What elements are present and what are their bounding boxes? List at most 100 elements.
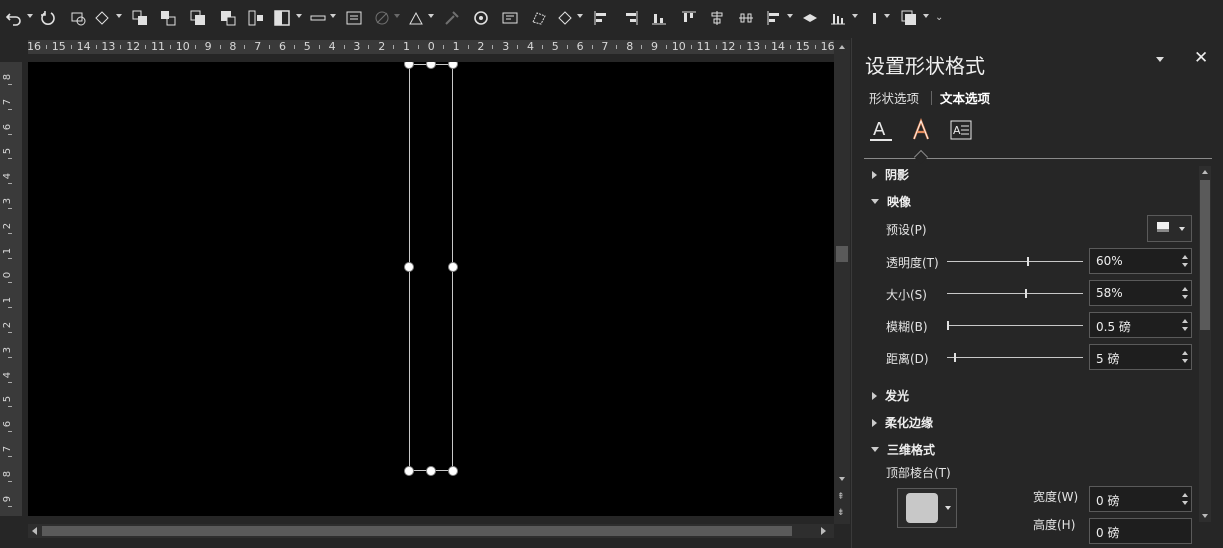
- spin-up-icon[interactable]: [1182, 351, 1188, 355]
- horizontal-scrollbar[interactable]: [28, 524, 834, 538]
- bring-forward-icon[interactable]: [130, 8, 150, 28]
- undo-icon[interactable]: [4, 8, 24, 28]
- format-painter-icon[interactable]: [442, 8, 462, 28]
- align-icon[interactable]: [764, 8, 784, 28]
- scroll-up-icon[interactable]: [839, 45, 845, 49]
- chart-dropdown-icon[interactable]: [852, 14, 858, 18]
- selected-shape[interactable]: [409, 64, 453, 471]
- rotate-icon[interactable]: [800, 8, 820, 28]
- scroll-down-icon[interactable]: [839, 477, 845, 481]
- edit-points-icon[interactable]: [529, 8, 549, 28]
- slide-canvas[interactable]: [28, 62, 834, 516]
- textbox-layout-icon[interactable]: A: [950, 119, 972, 141]
- previous-page-icon[interactable]: ⇞: [837, 492, 845, 502]
- spin-down-icon[interactable]: [1182, 295, 1188, 299]
- distance-spinner[interactable]: 5 磅: [1089, 344, 1192, 370]
- panel-scrollbar[interactable]: [1199, 166, 1211, 522]
- horizontal-ruler[interactable]: 16 15 14 13 12 11 10 9 8 7 6 5 4 3 2 1 0 1 2 3 4 5 6 7 8 9 10 11 12 1…: [28, 40, 834, 54]
- spin-down-icon[interactable]: [1182, 327, 1188, 331]
- change-shape-icon[interactable]: [555, 8, 575, 28]
- transparency-slider[interactable]: [947, 257, 1083, 266]
- blur-spinner[interactable]: 0.5 磅: [1089, 312, 1192, 338]
- size-spinner[interactable]: 58%: [1089, 280, 1192, 306]
- section-reflection[interactable]: 映像: [871, 193, 911, 210]
- align-dropdown-icon[interactable]: [787, 14, 793, 18]
- vertical-scroll-thumb[interactable]: [836, 246, 848, 262]
- textbox-icon[interactable]: [344, 8, 364, 28]
- effects-dropdown-icon[interactable]: [428, 14, 434, 18]
- tab-shape-options[interactable]: 形状选项: [869, 91, 919, 106]
- next-page-icon[interactable]: ⇟: [837, 508, 845, 518]
- section-soft-edges[interactable]: 柔化边缘: [872, 414, 933, 431]
- scroll-right-icon[interactable]: [821, 527, 826, 535]
- distribute-icon[interactable]: [736, 8, 756, 28]
- spin-up-icon[interactable]: [1182, 493, 1188, 497]
- panel-scroll-down-icon[interactable]: [1202, 514, 1208, 518]
- preset-dropdown[interactable]: [1147, 215, 1192, 242]
- resize-handle-bottom[interactable]: [426, 466, 436, 476]
- more-icon[interactable]: [899, 8, 919, 28]
- panel-scroll-up-icon[interactable]: [1202, 170, 1208, 174]
- section-glow[interactable]: 发光: [872, 387, 909, 404]
- resize-handle-bottom-left[interactable]: [404, 466, 414, 476]
- distance-slider-thumb[interactable]: [954, 353, 956, 362]
- section-3d-format[interactable]: 三维格式: [871, 441, 935, 458]
- blur-slider[interactable]: [947, 321, 1083, 330]
- overflow-icon[interactable]: ⌄: [935, 12, 943, 23]
- spin-up-icon[interactable]: [1182, 319, 1188, 323]
- resize-handle-right[interactable]: [448, 262, 458, 272]
- resize-handle-left[interactable]: [404, 262, 414, 272]
- resize-handle-top-right[interactable]: [448, 62, 458, 69]
- edit-shape-icon[interactable]: [92, 8, 112, 28]
- transparency-spinner[interactable]: 60%: [1089, 248, 1192, 274]
- bar-icon[interactable]: [864, 8, 884, 28]
- redo-icon[interactable]: [38, 8, 58, 28]
- send-back-icon[interactable]: [218, 8, 238, 28]
- send-backward-icon[interactable]: [158, 8, 178, 28]
- screenshot-icon[interactable]: [500, 8, 520, 28]
- size-slider[interactable]: [947, 289, 1083, 298]
- spin-up-icon[interactable]: [1182, 255, 1188, 259]
- panel-scroll-thumb[interactable]: [1200, 180, 1210, 330]
- distance-slider[interactable]: [947, 353, 1083, 362]
- transparency-dropdown-icon[interactable]: [394, 14, 400, 18]
- align-middle-icon[interactable]: [707, 8, 727, 28]
- selection-icon[interactable]: [471, 8, 491, 28]
- more-dropdown-icon[interactable]: [923, 14, 929, 18]
- scroll-left-icon[interactable]: [32, 527, 37, 535]
- undo-dropdown-icon[interactable]: [27, 14, 33, 18]
- bar-dropdown-icon[interactable]: [884, 14, 890, 18]
- section-shadow[interactable]: 阴影: [872, 166, 909, 183]
- spin-down-icon[interactable]: [1182, 359, 1188, 363]
- resize-handle-bottom-right[interactable]: [448, 466, 458, 476]
- height-spinner[interactable]: 0 磅: [1089, 518, 1192, 544]
- fill-dropdown-icon[interactable]: [296, 14, 302, 18]
- fill-icon[interactable]: [272, 8, 292, 28]
- transparency-slider-thumb[interactable]: [1027, 257, 1029, 266]
- spin-down-icon[interactable]: [1182, 263, 1188, 267]
- text-effects-icon[interactable]: [910, 117, 932, 142]
- spin-down-icon[interactable]: [1182, 501, 1188, 505]
- edit-shape-dropdown-icon[interactable]: [116, 14, 122, 18]
- change-shape-dropdown-icon[interactable]: [577, 14, 583, 18]
- shape-arrange-icon[interactable]: [68, 8, 88, 28]
- effects-icon[interactable]: [406, 8, 426, 28]
- line-icon[interactable]: [308, 8, 328, 28]
- chart-icon[interactable]: [828, 8, 848, 28]
- vertical-ruler[interactable]: 8 7 6 5 4 3 2 1 0 1 2 3 4 5 6 7 8 9: [0, 62, 22, 516]
- text-fill-icon[interactable]: A: [870, 118, 892, 142]
- horizontal-scroll-thumb[interactable]: [42, 526, 792, 536]
- align-bottom-icon[interactable]: [649, 8, 669, 28]
- close-icon[interactable]: ✕: [1194, 48, 1208, 68]
- size-slider-thumb[interactable]: [1025, 289, 1027, 298]
- width-spinner[interactable]: 0 磅: [1089, 486, 1192, 512]
- transparency-icon[interactable]: [372, 8, 392, 28]
- tab-text-options[interactable]: 文本选项: [940, 91, 990, 106]
- bring-front-icon[interactable]: [188, 8, 208, 28]
- align-top-icon[interactable]: [679, 8, 699, 28]
- align-left-icon[interactable]: [591, 8, 611, 28]
- vertical-scrollbar[interactable]: ⇞ ⇟: [834, 40, 850, 524]
- panel-options-dropdown-icon[interactable]: [1156, 57, 1164, 62]
- group-icon[interactable]: [246, 8, 266, 28]
- blur-slider-thumb[interactable]: [947, 321, 949, 330]
